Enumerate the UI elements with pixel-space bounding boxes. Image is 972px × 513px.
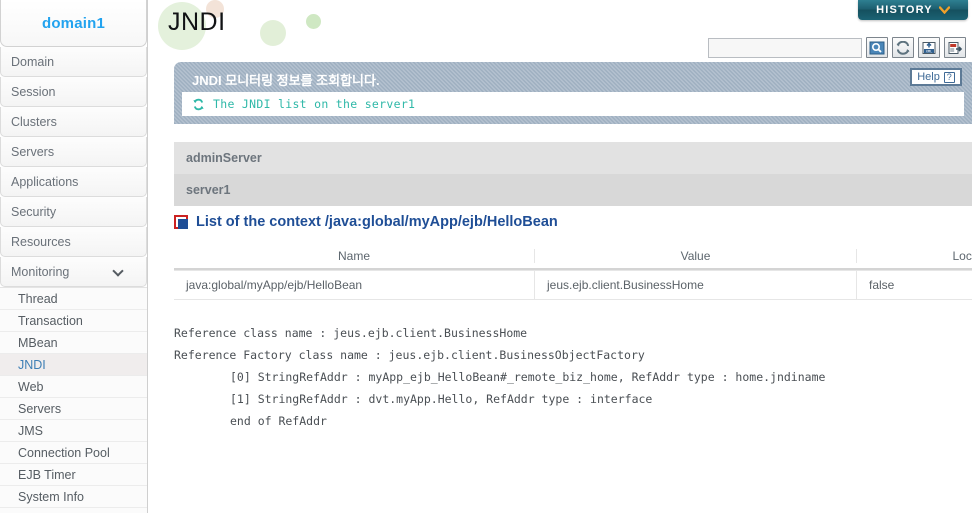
sidebar-item-label: Applications (11, 174, 79, 189)
sidebar-subitem-label: JNDI (18, 357, 46, 372)
cell-value: jeus.ejb.client.BusinessHome (534, 270, 856, 300)
section-title: List of the context /java:global/myApp/e… (196, 214, 558, 230)
sidebar-item-clusters[interactable]: Clusters (0, 107, 147, 137)
sidebar-item-label: Domain (11, 54, 55, 69)
sidebar-item-servers[interactable]: Servers (0, 137, 147, 167)
sidebar: domain1 Domain Session Clusters Servers Appl… (0, 0, 148, 513)
info-panel: JNDI 모니터링 정보를 조회합니다. Help ? The JNDI lis… (174, 62, 972, 124)
sidebar-subitem-ejb-timer[interactable]: EJB Timer (0, 464, 147, 486)
sidebar-item-label: Session (11, 84, 56, 99)
refresh-icon (193, 98, 204, 110)
domain-name-label: domain1 (41, 14, 106, 32)
context-square-icon (174, 215, 188, 229)
main-content: JNDI HISTORY XML JNDI 모니터링 정보를 조회합니다. He… (148, 0, 972, 513)
section-heading: List of the context /java:global/myApp/e… (174, 214, 558, 230)
sidebar-subitem-label: Connection Pool (18, 445, 110, 460)
server-name-label: server1 (186, 183, 231, 197)
chevron-down-icon (113, 266, 124, 277)
question-mark-icon: ? (943, 71, 955, 83)
sidebar-subitem-label: JMS (18, 423, 43, 438)
sidebar-item-security[interactable]: Security (0, 197, 147, 227)
chevron-down-icon (938, 6, 950, 14)
sidebar-item-session[interactable]: Session (0, 77, 147, 107)
sidebar-subitem-label: EJB Timer (18, 467, 76, 482)
history-button[interactable]: HISTORY (858, 0, 968, 20)
sidebar-item-label: Monitoring (11, 264, 70, 279)
excel-export-icon (948, 41, 963, 54)
sidebar-item-label: Clusters (11, 114, 57, 129)
sidebar-subitem-transaction[interactable]: Transaction (0, 310, 147, 332)
server-row-server1[interactable]: server1 (174, 174, 972, 206)
reference-detail-block: Reference class name : jeus.ejb.client.B… (174, 322, 825, 432)
search-input[interactable] (708, 37, 862, 58)
history-button-label: HISTORY (876, 4, 933, 16)
server-row-adminserver[interactable]: adminServer (174, 142, 972, 174)
sidebar-subitem-label: Transaction (18, 313, 83, 328)
sidebar-subitem-label: Thread (18, 291, 58, 306)
search-icon (869, 41, 885, 54)
sidebar-item-resources[interactable]: Resources (0, 227, 147, 257)
sidebar-subitem-label: Servers (18, 401, 62, 416)
page-title: JNDI (168, 8, 226, 36)
sidebar-submenu-list: Thread Transaction MBean JNDI Web Servers JMS C… (0, 287, 147, 513)
info-panel-strip: The JNDI list on the server1 (182, 92, 964, 116)
detail-line: [0] StringRefAddr : myApp_ejb_HelloBean#… (230, 370, 826, 384)
jndi-table: Name Value Local Binding java:global/myA… (174, 244, 972, 300)
svg-text:XML: XML (926, 49, 933, 53)
search-button[interactable] (866, 37, 888, 58)
sidebar-domain-header[interactable]: domain1 (0, 0, 147, 47)
sidebar-subitem-system-info[interactable]: System Info (0, 486, 147, 508)
export-xml-button[interactable]: XML (918, 37, 940, 58)
decorative-circle-3 (260, 20, 286, 46)
sidebar-subitem-jms[interactable]: JMS (0, 420, 147, 442)
search-toolbar: XML (708, 37, 966, 58)
table-column-header-local-binding: Local Binding (856, 249, 972, 263)
detail-line: end of RefAddr (230, 414, 327, 428)
sidebar-item-applications[interactable]: Applications (0, 167, 147, 197)
sidebar-subitem-jndi[interactable]: JNDI (0, 354, 147, 376)
page-title-band: JNDI HISTORY XML (148, 0, 972, 62)
sidebar-subitem-server-log[interactable]: Server Log (0, 508, 147, 513)
refresh-button[interactable] (892, 37, 914, 58)
cell-local-binding: false (856, 270, 972, 300)
refresh-icon (896, 40, 910, 55)
info-strip-text: The JNDI list on the server1 (213, 97, 416, 111)
table-header-row: Name Value Local Binding (174, 244, 972, 270)
table-column-header-value: Value (534, 249, 856, 263)
info-panel-title: JNDI 모니터링 정보를 조회합니다. (192, 73, 380, 88)
sidebar-item-label: Security (11, 204, 57, 219)
decorative-circle-4 (306, 14, 321, 29)
sidebar-item-domain[interactable]: Domain (0, 47, 147, 77)
sidebar-item-monitoring[interactable]: Monitoring (0, 257, 147, 287)
detail-line: Reference Factory class name : jeus.ejb.… (174, 348, 645, 362)
help-button-label: Help (917, 71, 940, 83)
sidebar-subitem-connection-pool[interactable]: Connection Pool (0, 442, 147, 464)
server-name-label: adminServer (186, 151, 262, 165)
sidebar-subitem-thread[interactable]: Thread (0, 288, 147, 310)
sidebar-item-label: Resources (11, 234, 71, 249)
xml-export-icon: XML (922, 41, 936, 54)
sidebar-nav-list: Domain Session Clusters Servers Applications… (0, 47, 147, 287)
detail-line: Reference class name : jeus.ejb.client.B… (174, 326, 528, 340)
table-column-header-name: Name (337, 249, 370, 263)
sidebar-subitem-web[interactable]: Web (0, 376, 147, 398)
sidebar-subitem-servers[interactable]: Servers (0, 398, 147, 420)
table-row[interactable]: java:global/myApp/ejb/HelloBean jeus.ejb… (174, 270, 972, 300)
sidebar-item-label: Servers (11, 144, 55, 159)
sidebar-subitem-label: Web (18, 379, 44, 394)
export-excel-button[interactable] (944, 37, 966, 58)
detail-line: [1] StringRefAddr : dvt.myApp.Hello, Ref… (230, 392, 653, 406)
help-button[interactable]: Help ? (910, 68, 962, 86)
cell-name: java:global/myApp/ejb/HelloBean (186, 278, 363, 292)
sidebar-subitem-label: MBean (18, 335, 58, 350)
sidebar-subitem-mbean[interactable]: MBean (0, 332, 147, 354)
application-window: domain1 Domain Session Clusters Servers Appl… (0, 0, 972, 513)
sidebar-subitem-label: System Info (18, 489, 84, 504)
